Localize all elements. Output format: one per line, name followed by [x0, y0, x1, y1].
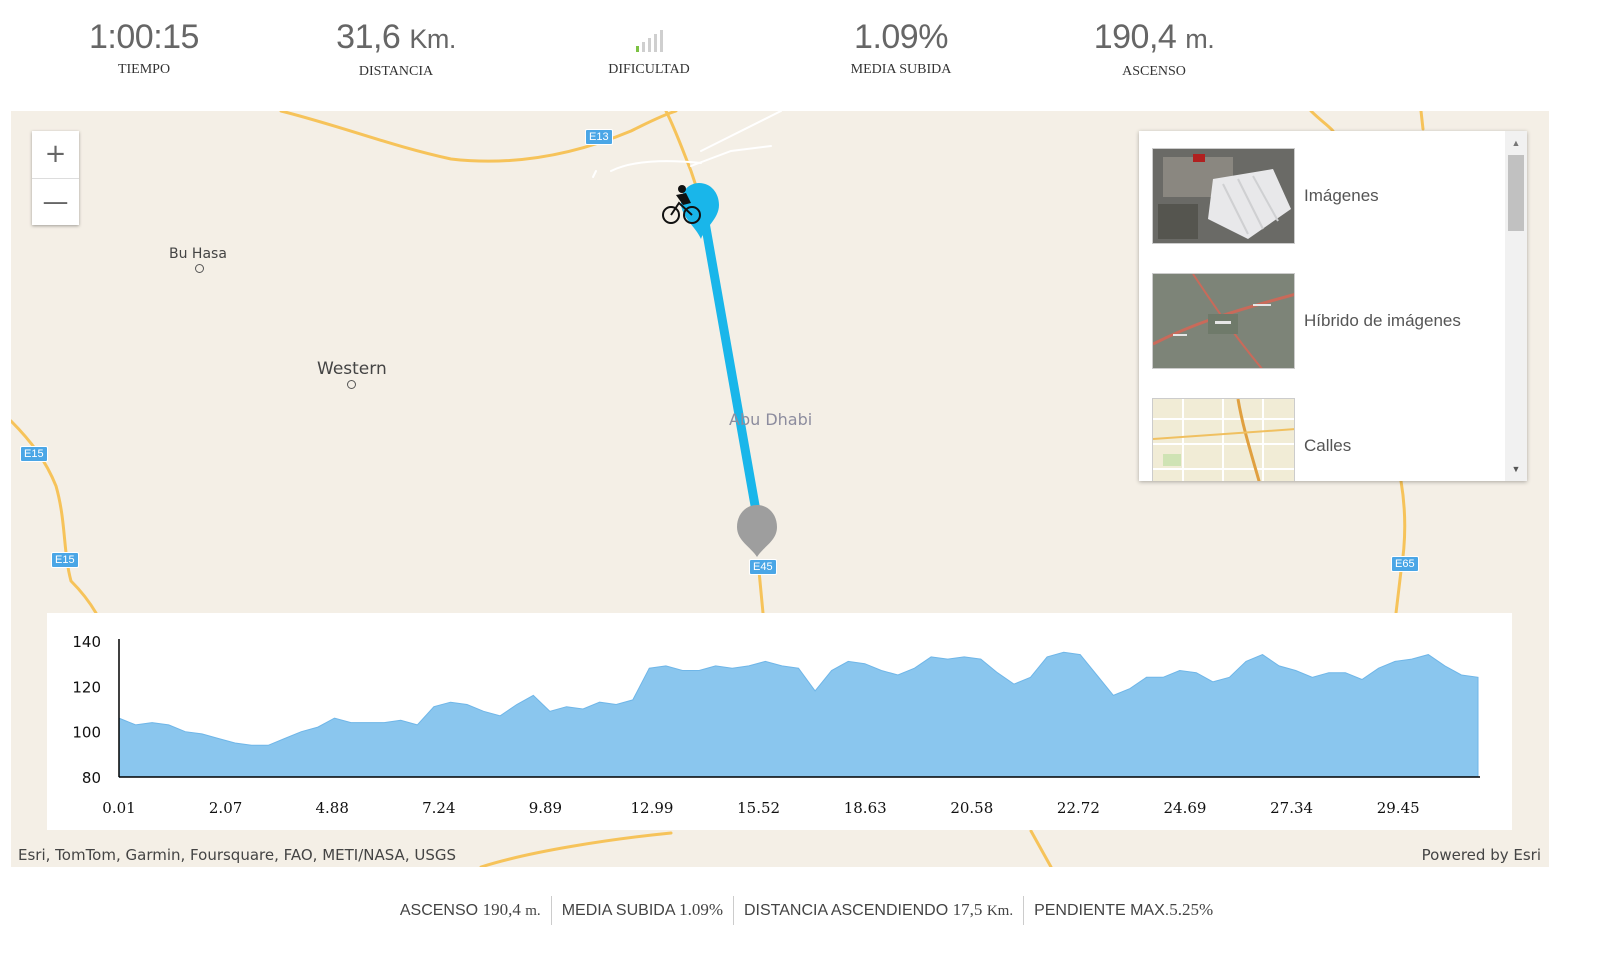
summary-label: DISTANCIA ASCENDIENDO: [743, 902, 949, 919]
scroll-thumb[interactable]: [1508, 155, 1524, 231]
stat-label: DISTANCIA: [358, 64, 434, 79]
x-tick-label: 15.52: [737, 799, 780, 817]
summary-label: ASCENSO: [399, 902, 479, 919]
stat-distancia: 31,6 Km. DISTANCIA: [296, 14, 496, 80]
map-view[interactable]: + — Bu Hasa Western Abu Dhabi E13 E15 E1…: [11, 111, 1549, 867]
road-shield: E15: [20, 446, 48, 462]
summary-value: 5.25%: [1169, 900, 1214, 919]
elevation-profile: 80 100 120 140 0.01 2.07 4.88 7.24 9.89 12.99 15.5…: [47, 613, 1512, 830]
y-tick-label: 80: [82, 769, 101, 787]
map-attribution: Esri, TomTom, Garmin, Foursquare, FAO, M…: [18, 846, 457, 864]
stat-media-subida: 1.09% MEDIA SUBIDA: [801, 14, 1001, 78]
basemap-option-streets[interactable]: Calles: [1152, 398, 1492, 481]
hybrid-thumbnail: [1152, 273, 1295, 369]
gallery-scrollbar[interactable]: ▲ ▼: [1505, 131, 1527, 481]
y-tick-label: 120: [72, 678, 101, 696]
basemap-label: Híbrido de imágenes: [1304, 311, 1461, 330]
zoom-out-button[interactable]: —: [32, 178, 79, 225]
powered-by[interactable]: Powered by Esri: [1422, 846, 1541, 864]
scroll-down-arrow-icon[interactable]: ▼: [1505, 460, 1527, 478]
stat-value: 31,6 Km.: [296, 14, 496, 62]
summary-pendiente-max: PENDIENTE MAX.5.25%: [1024, 896, 1223, 925]
summary-unit: m.: [525, 903, 541, 919]
x-tick-label: 9.89: [529, 799, 562, 817]
x-tick-label: 29.45: [1377, 799, 1420, 817]
elevation-area: [118, 651, 1479, 778]
streets-thumbnail: [1152, 398, 1295, 481]
place-name: Abu Dhabi: [729, 410, 813, 429]
elevation-chart: 80 100 120 140 0.01 2.07 4.88 7.24 9.89 12.99 15.5…: [72, 633, 1480, 817]
summary-value: 190,4: [482, 900, 521, 919]
stat-ascenso: 190,4 m. ASCENSO: [1054, 14, 1254, 80]
stat-unit: m.: [1185, 24, 1215, 54]
summary-ascenso: ASCENSO 190,4 m.: [390, 896, 552, 925]
x-tick-label: 22.72: [1057, 799, 1100, 817]
x-tick-label: 18.63: [844, 799, 887, 817]
x-tick-label: 27.34: [1270, 799, 1313, 817]
basemap-label: Calles: [1304, 436, 1352, 455]
stat-value: 1.09%: [854, 18, 948, 56]
imagery-thumbnail: [1152, 148, 1295, 244]
y-tick-label: 100: [72, 724, 101, 742]
stat-label: DIFICULTAD: [608, 62, 690, 77]
road-shield: E15: [51, 552, 79, 568]
summary-media-subida: MEDIA SUBIDA 1.09%: [552, 896, 734, 925]
basemap-label: Imágenes: [1304, 186, 1379, 205]
road-shield: E13: [585, 129, 613, 145]
road-shield: E65: [1391, 556, 1419, 572]
place-label: Bu Hasa: [169, 246, 227, 273]
summary-value: 1.09%: [679, 900, 723, 919]
stat-number: 31,6: [336, 18, 401, 56]
stat-unit: Km.: [409, 24, 456, 54]
summary-label: MEDIA SUBIDA: [561, 902, 675, 919]
basemap-option-imagery[interactable]: Imágenes: [1152, 148, 1492, 244]
basemap-option-hybrid[interactable]: Híbrido de imágenes: [1152, 273, 1492, 369]
x-tick-label: 2.07: [209, 799, 242, 817]
x-tick-label: 24.69: [1164, 799, 1207, 817]
x-tick-label: 20.58: [950, 799, 993, 817]
route-summary: ASCENSO 190,4 m. MEDIA SUBIDA 1.09% DIST…: [0, 896, 1613, 925]
basemap-gallery: Imágenes Híbrido de imágenes Calles ▲ ▼: [1139, 131, 1527, 481]
place-dot-icon: [195, 264, 204, 273]
scroll-up-arrow-icon[interactable]: ▲: [1505, 134, 1527, 152]
x-tick-label: 4.88: [315, 799, 348, 817]
stat-dificultad: DIFICULTAD: [549, 14, 749, 78]
place-name: Western: [317, 359, 387, 379]
place-dot-icon: [347, 380, 356, 389]
zoom-in-button[interactable]: +: [32, 131, 79, 178]
x-tick-label: 0.01: [102, 799, 135, 817]
stat-label: ASCENSO: [1122, 64, 1186, 79]
difficulty-signal-icon: [549, 14, 749, 60]
summary-label: PENDIENTE MAX.: [1034, 902, 1170, 919]
x-tick-label: 7.24: [422, 799, 455, 817]
place-label: Western: [317, 359, 387, 389]
zoom-controls: + —: [32, 131, 79, 225]
road-shield: E45: [749, 559, 777, 575]
stat-value: 190,4 m.: [1054, 14, 1254, 62]
x-tick-label: 12.99: [631, 799, 674, 817]
stat-label: TIEMPO: [117, 62, 171, 77]
summary-value: 17,5: [952, 900, 983, 919]
place-label: Abu Dhabi: [729, 410, 812, 429]
stat-value: 1:00:15: [89, 18, 199, 56]
stat-number: 190,4: [1093, 18, 1177, 56]
stat-label: MEDIA SUBIDA: [850, 62, 952, 77]
summary-distancia-ascendiendo: DISTANCIA ASCENDIENDO 17,5 Km.: [734, 896, 1025, 925]
y-tick-label: 140: [72, 633, 101, 651]
summary-unit: Km.: [986, 903, 1014, 919]
place-name: Bu Hasa: [169, 246, 227, 262]
stat-tiempo: 1:00:15 TIEMPO: [44, 14, 244, 78]
